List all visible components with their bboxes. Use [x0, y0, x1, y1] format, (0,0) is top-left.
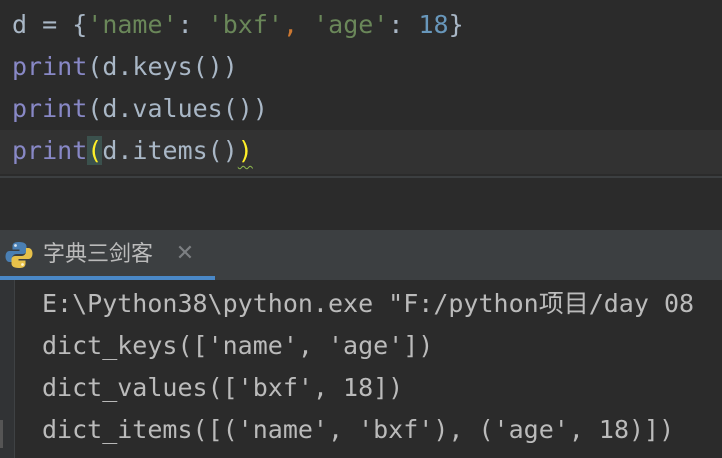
console-output-line: dict_keys(['name', 'age'])	[42, 331, 434, 360]
code-token-brace: }	[448, 10, 464, 39]
console-gutter-border	[14, 280, 15, 458]
matched-close-paren: )	[237, 136, 253, 165]
code-token-string: 'age'	[313, 10, 389, 39]
code-token-variable: d	[12, 10, 28, 39]
console-output-line: dict_values(['bxf', 18])	[42, 373, 404, 402]
code-token-builtin: print	[12, 94, 88, 123]
code-line-2[interactable]: print(d.keys())	[12, 50, 238, 84]
code-token-args: (d.keys())	[87, 52, 238, 81]
code-token-comma: ,	[282, 10, 299, 39]
console-gutter	[0, 280, 14, 458]
run-tab-title: 字典三剑客	[43, 242, 154, 267]
console-output-line: dict_items([('name', 'bxf'), ('age', 18)…	[42, 415, 675, 444]
code-token-number: 18	[418, 10, 449, 39]
code-token-string: 'name'	[87, 10, 178, 39]
console-output-line: E:\Python38\python.exe "F:/python项目/day …	[42, 289, 695, 318]
code-token-args: d.items()	[102, 136, 238, 165]
code-line-4[interactable]: print(d.items())	[12, 134, 253, 168]
run-tab[interactable]: 字典三剑客 ✕	[0, 230, 215, 280]
code-token-builtin: print	[12, 52, 88, 81]
code-token-operator: = {	[27, 10, 88, 39]
code-editor[interactable]: d = {'name': 'bxf', 'age': 18} print(d.k…	[0, 0, 722, 230]
code-token-args: (d.values())	[87, 94, 268, 123]
python-icon	[4, 240, 34, 270]
code-token-colon: :	[388, 10, 419, 39]
code-line-1[interactable]: d = {'name': 'bxf', 'age': 18}	[12, 8, 464, 42]
code-line-3[interactable]: print(d.values())	[12, 92, 268, 126]
code-token-string: 'bxf'	[207, 10, 283, 39]
code-token-colon: :	[177, 10, 208, 39]
code-token-builtin: print	[12, 136, 88, 165]
editor-divider	[0, 176, 722, 178]
close-icon[interactable]: ✕	[174, 243, 196, 265]
run-tool-window-header: 字典三剑客 ✕	[0, 230, 722, 280]
matched-open-paren: (	[87, 136, 103, 165]
run-console[interactable]: E:\Python38\python.exe "F:/python项目/day …	[0, 280, 722, 458]
gutter-marker	[0, 420, 3, 448]
